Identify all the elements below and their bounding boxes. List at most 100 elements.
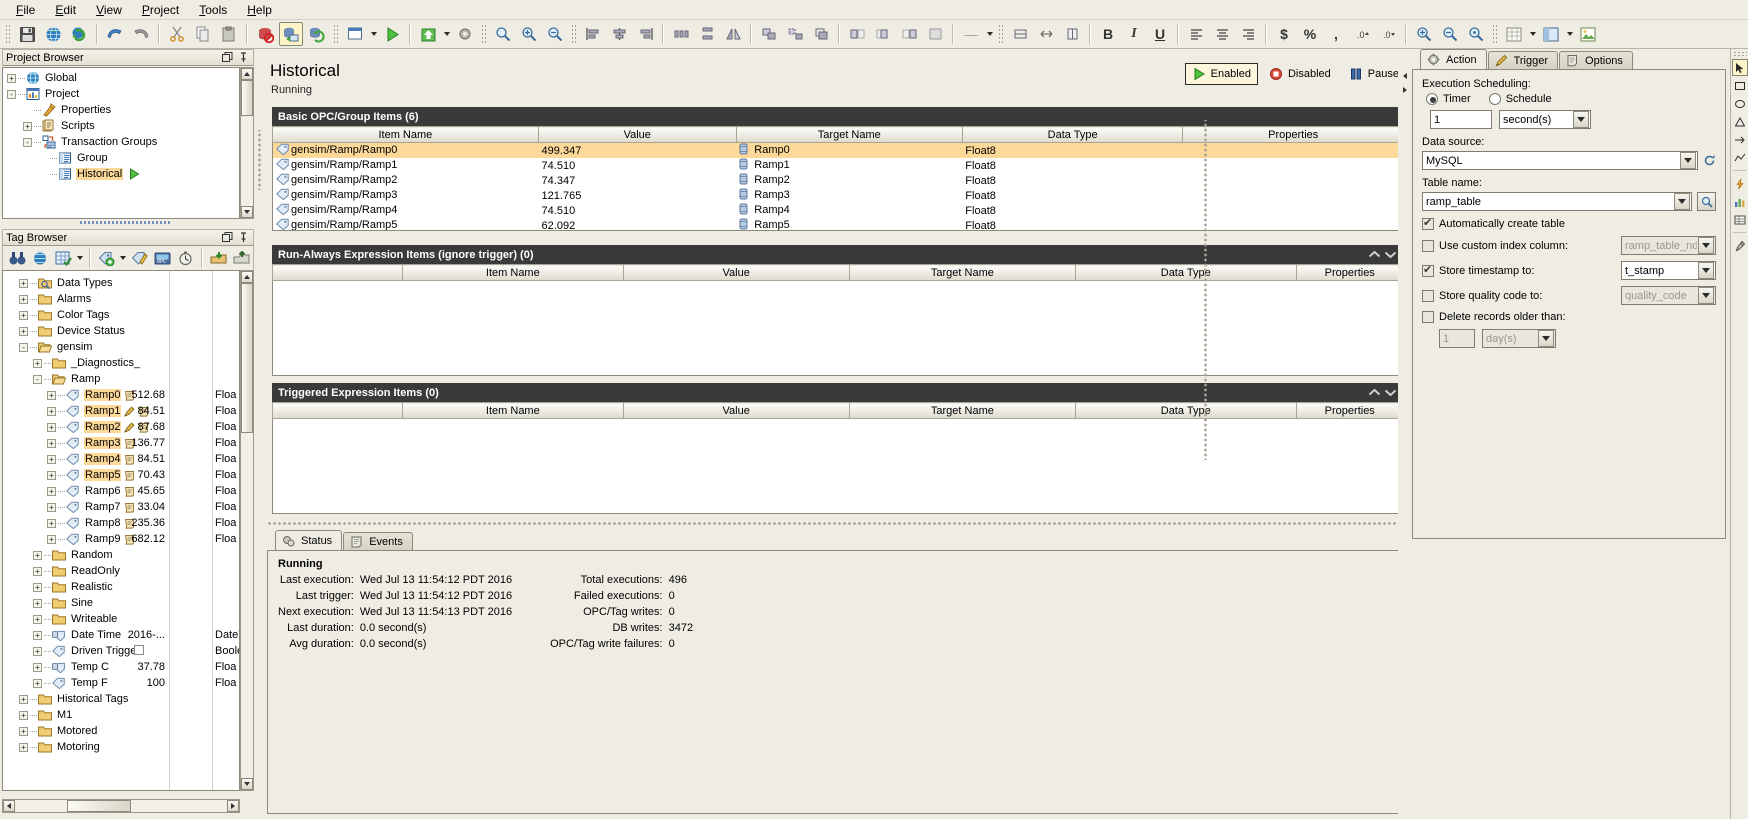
column-header[interactable]: Properties	[1183, 127, 1404, 143]
tree-node[interactable]: -Ramp	[3, 371, 239, 387]
tree-node[interactable]: +Date Time2016-...DateT	[3, 627, 239, 643]
expand-icon[interactable]: +	[33, 647, 42, 656]
toolbar-grip-5[interactable]	[998, 24, 1004, 44]
tree-node[interactable]: +Ramp645.65Floa	[3, 483, 239, 499]
field-t_stamp[interactable]: t_stamp	[1621, 261, 1716, 280]
triangle-icon[interactable]	[1732, 113, 1748, 130]
zoom-in-canvas-icon[interactable]	[1412, 22, 1436, 46]
scroll-up-button-2[interactable]	[241, 271, 253, 283]
column-header[interactable]: Item Name	[273, 127, 539, 143]
table-row[interactable]: gensim/Ramp/Ramp3121.765Ramp3Float8	[273, 188, 1403, 203]
column-header[interactable]	[273, 403, 403, 419]
text-align-center-icon[interactable]	[1210, 22, 1234, 46]
text-align-right-icon[interactable]	[1236, 22, 1260, 46]
collapse-icon[interactable]: -	[19, 343, 28, 352]
pin-icon-2[interactable]	[236, 231, 250, 245]
column-header[interactable]: Target Name	[849, 403, 1075, 419]
zoom-reset-icon[interactable]	[1464, 22, 1488, 46]
data-source-select[interactable]: MySQL	[1422, 151, 1698, 170]
tree-node[interactable]: +Temp F100Floa	[3, 675, 239, 691]
expand-icon[interactable]: +	[19, 695, 28, 704]
rectangle-icon[interactable]	[1732, 77, 1748, 94]
settings-icon[interactable]	[453, 22, 477, 46]
column-header[interactable]: Data Type	[1075, 403, 1296, 419]
tree-node[interactable]: Historical	[3, 166, 239, 182]
column-header[interactable]: Target Name	[849, 265, 1075, 281]
section-header[interactable]: Basic OPC/Group Items (6)	[272, 107, 1404, 126]
underline-icon[interactable]: U	[1148, 22, 1172, 46]
tree-node[interactable]: +Ramp8235.36Floa	[3, 515, 239, 531]
chart-icon[interactable]	[1732, 193, 1748, 210]
tree-node[interactable]: +Motoring	[3, 739, 239, 755]
tag-tree-hscrollbar[interactable]	[2, 799, 240, 813]
float-icon[interactable]	[220, 51, 234, 65]
expand-icon[interactable]: +	[19, 295, 28, 304]
tree-node[interactable]: -gensim	[3, 339, 239, 355]
menu-item-file[interactable]: File	[6, 1, 45, 19]
expand-icon[interactable]: +	[47, 455, 56, 464]
table-icon[interactable]	[1732, 211, 1748, 228]
timer-icon[interactable]	[175, 248, 196, 268]
checkbox-use-custom-index-column[interactable]: Use custom index column:	[1422, 240, 1568, 252]
distribute-v-icon[interactable]	[695, 22, 719, 46]
tree-node[interactable]: +Ramp484.51Floa	[3, 451, 239, 467]
run-always-body[interactable]	[272, 281, 1404, 376]
basic-items-body[interactable]: gensim/Ramp/Ramp0499.347Ramp0Float8gensi…	[272, 143, 1404, 231]
column-header[interactable]: Properties	[1296, 403, 1404, 419]
disconnect-db-icon[interactable]	[253, 22, 277, 46]
browse-tags-icon[interactable]	[30, 248, 51, 268]
zoom-out-canvas-icon[interactable]	[1438, 22, 1462, 46]
ungroup-icon[interactable]	[783, 22, 807, 46]
expand-icon[interactable]: +	[33, 599, 42, 608]
expand-icon[interactable]: +	[47, 519, 56, 528]
arrow-icon[interactable]	[1732, 131, 1748, 148]
align-center-icon[interactable]	[607, 22, 631, 46]
expand-icon[interactable]: +	[33, 679, 42, 688]
tab-status[interactable]: Status	[275, 530, 342, 550]
refresh-datasource-icon[interactable]	[1703, 154, 1716, 167]
dropdown-button[interactable]	[1698, 262, 1714, 279]
expand-icon[interactable]: +	[47, 407, 56, 416]
panel-icon[interactable]	[1539, 22, 1563, 46]
tree-node[interactable]: +Ramp184.51Floa	[3, 403, 239, 419]
expand-icon[interactable]: +	[19, 327, 28, 336]
flip-h-icon[interactable]	[721, 22, 745, 46]
tag-tree[interactable]: +Data Types+Alarms+Color Tags+Device Sta…	[2, 270, 240, 791]
toolbar-grip-4[interactable]	[571, 24, 577, 44]
project-tree-scrollbar[interactable]	[240, 67, 254, 219]
import-icon[interactable]	[208, 248, 229, 268]
column-icon[interactable]	[1060, 22, 1084, 46]
cut-icon[interactable]	[165, 22, 189, 46]
column-header[interactable]: Value	[623, 403, 849, 419]
tree-node[interactable]: +_Diagnostics_	[3, 355, 239, 371]
chevron-down-icon-3[interactable]	[984, 23, 995, 45]
polyline-icon[interactable]	[1732, 149, 1748, 166]
tag-grid-icon[interactable]	[53, 248, 74, 268]
dropdown-button-2[interactable]	[1680, 152, 1696, 169]
tree-node[interactable]: +Global	[3, 70, 239, 86]
section-header-3[interactable]: Triggered Expression Items (0)	[272, 383, 1404, 402]
chevron-down-icon-tag[interactable]	[75, 247, 85, 269]
chevron-down-icon-4[interactable]	[1527, 23, 1538, 45]
expand-icon[interactable]: +	[19, 711, 28, 720]
disabled-button[interactable]: Disabled	[1262, 63, 1338, 85]
expand-icon[interactable]: +	[23, 122, 32, 131]
chevron-down-icon-sec2[interactable]	[1382, 248, 1398, 262]
zoom-in-icon[interactable]	[517, 22, 541, 46]
tree-node[interactable]: +Realistic	[3, 579, 239, 595]
collapse-right-icon[interactable]	[1399, 87, 1411, 93]
menu-item-view[interactable]: View	[86, 1, 132, 19]
table-row[interactable]: gensim/Ramp/Ramp474.510Ramp4Float8	[273, 203, 1403, 218]
toolbar-grip-6[interactable]	[1492, 24, 1498, 44]
expand-icon[interactable]: +	[33, 551, 42, 560]
toolbar-grip-2[interactable]	[333, 24, 339, 44]
currency-icon[interactable]: $	[1272, 22, 1296, 46]
tab-trigger[interactable]: Trigger	[1488, 51, 1558, 69]
expand-icon[interactable]: +	[47, 487, 56, 496]
grid-icon[interactable]	[1502, 22, 1526, 46]
column-header[interactable]: Target Name	[736, 127, 962, 143]
save-icon[interactable]	[15, 22, 39, 46]
expand-icon[interactable]: +	[19, 279, 28, 288]
expand-icon[interactable]: +	[33, 359, 42, 368]
menu-item-edit[interactable]: Edit	[45, 1, 86, 19]
